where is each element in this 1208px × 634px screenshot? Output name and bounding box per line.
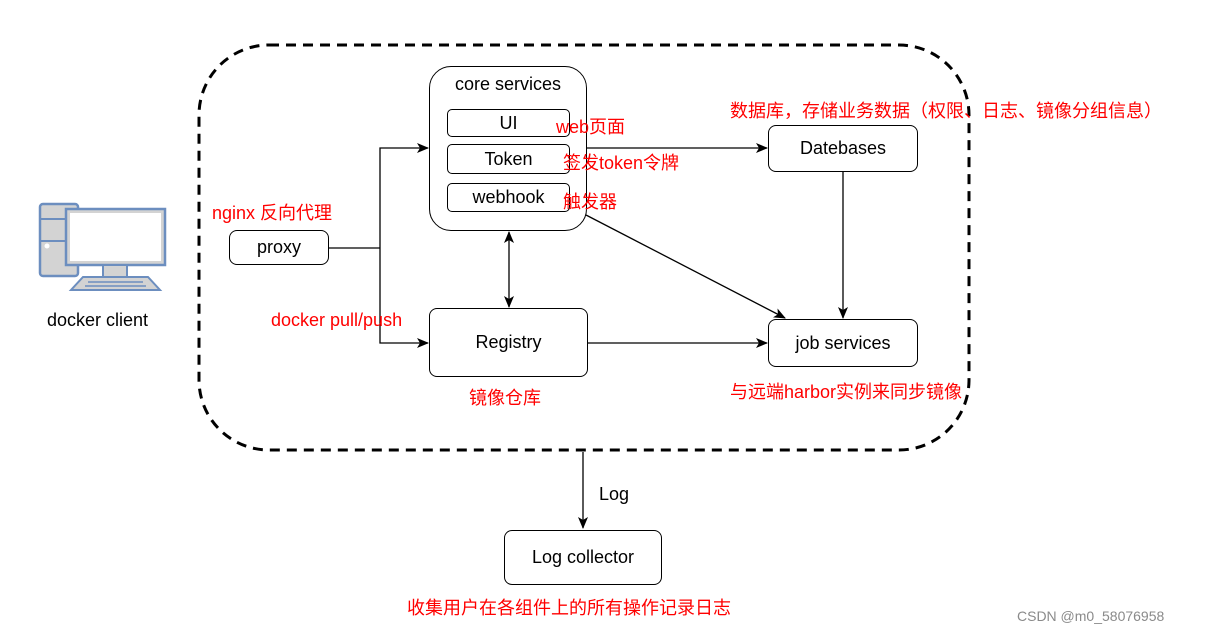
core-item-token-label: Token <box>484 148 533 169</box>
edge-proxy-to-core <box>379 143 429 248</box>
proxy-node[interactable]: proxy <box>229 230 329 265</box>
registry-note: 镜像仓库 <box>469 388 541 408</box>
core-item-webhook-label: webhook <box>472 187 545 207</box>
core-item-token-note: 签发token令牌 <box>563 153 680 173</box>
watermark: CSDN @m0_58076958 <box>1017 608 1165 624</box>
core-item-webhook-note: 触发器 <box>563 192 617 212</box>
databases-label: Datebases <box>799 138 887 158</box>
log-collector-note: 收集用户在各组件上的所有操作记录日志 <box>407 598 731 618</box>
log-collector-label: Log collector <box>531 547 635 567</box>
log-collector-node[interactable]: Log collector <box>504 530 662 585</box>
core-item-ui[interactable]: UI <box>447 109 570 137</box>
core-item-ui-label: UI <box>499 112 518 133</box>
core-item-token[interactable]: Token <box>447 144 570 174</box>
edge-core-to-job <box>585 214 786 319</box>
databases-note: 数据库，存储业务数据（权限、日志、镜像分组信息） <box>730 101 1162 121</box>
registry-label: Registry <box>475 332 542 352</box>
job-services-note: 与远端harbor实例来同步镜像 <box>730 382 963 402</box>
computer-icon <box>38 202 167 291</box>
databases-node[interactable]: Datebases <box>768 125 918 172</box>
proxy-note: nginx 反向代理 <box>212 203 333 223</box>
log-edge-label: Log <box>599 484 630 504</box>
pull-push-note: docker pull/push <box>271 310 403 330</box>
registry-node[interactable]: Registry <box>429 308 588 377</box>
core-item-webhook[interactable]: webhook <box>447 183 570 212</box>
job-services-label: job services <box>795 332 891 353</box>
proxy-label: proxy <box>256 237 301 257</box>
docker-client-label: docker client <box>47 310 149 330</box>
core-item-ui-note: web页面 <box>556 117 626 137</box>
job-services-node[interactable]: job services <box>768 319 918 367</box>
core-services-title: core services <box>454 74 562 94</box>
